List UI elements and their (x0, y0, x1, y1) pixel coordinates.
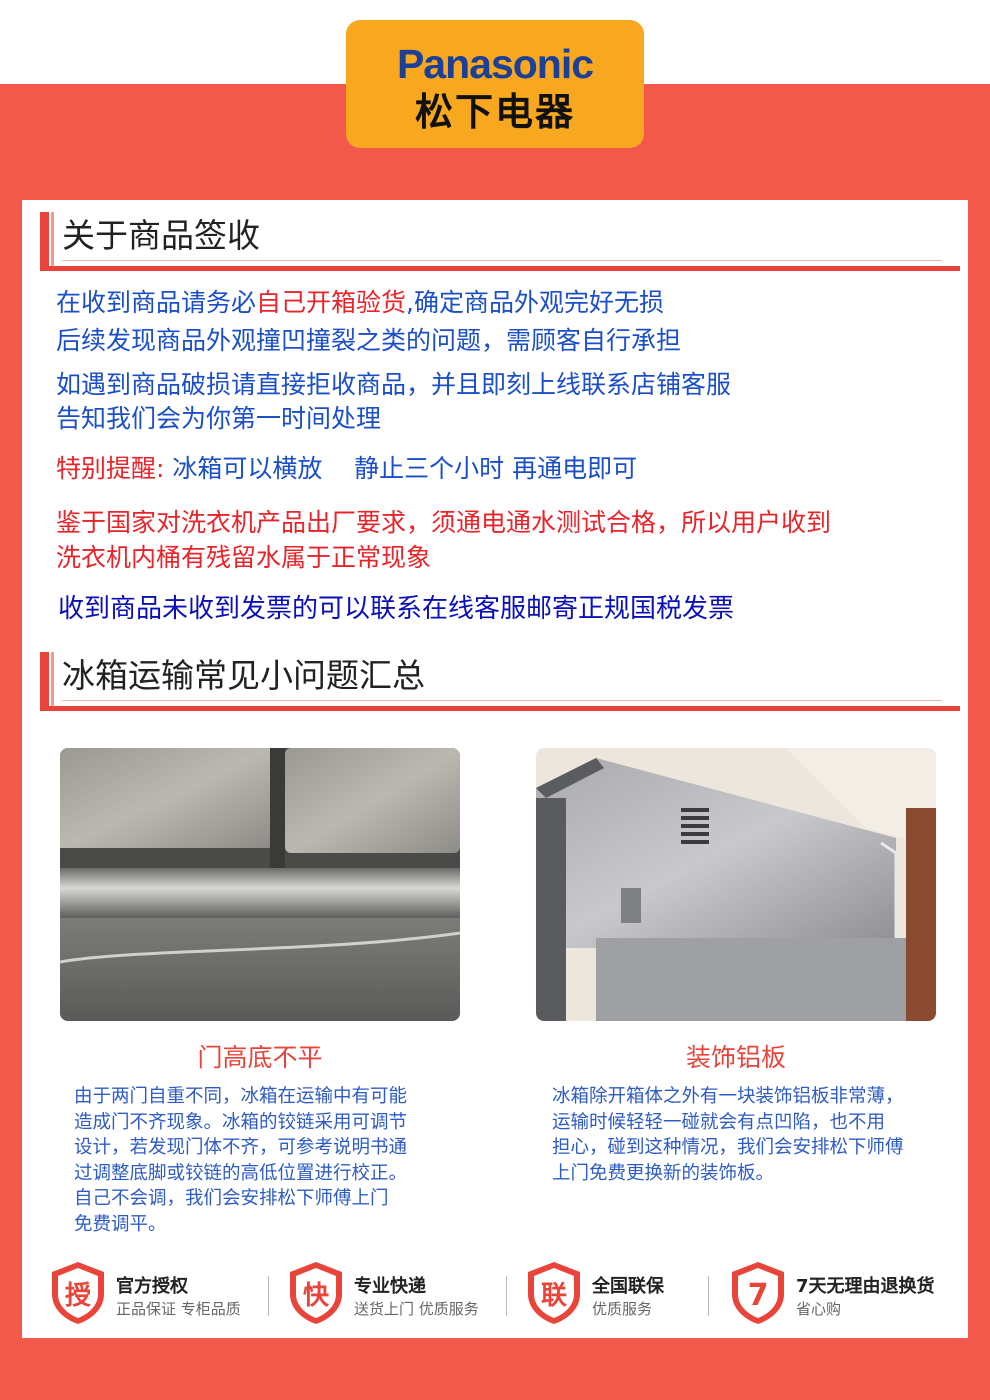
right-desc-line: 上门免费更换新的装饰板。 (552, 1162, 775, 1184)
receipt-line-3: 如遇到商品破损请直接拒收商品，并且即刻上线联系店铺客服 (56, 370, 732, 399)
right-description: 冰箱除开箱体之外有一块装饰铝板非常薄， 运输时候轻轻一碰就会有点凹陷，也不用 担… (552, 1084, 904, 1186)
section-marker (40, 212, 49, 266)
badge-title: 专业快递 (354, 1276, 426, 1297)
left-desc-line: 设计，若发现门体不齐，可参考说明书通 (74, 1137, 408, 1158)
washer-notice-1: 鉴于国家对洗衣机产品出厂要求，须通电通水测试合格，所以用户收到 (56, 508, 832, 537)
section-thin-underline (62, 260, 942, 261)
section-marker-light (51, 212, 54, 266)
receipt-line-4: 告知我们会为你第一时间处理 (56, 404, 382, 433)
badge-title: 官方授权 (116, 1276, 188, 1297)
receipt-line-2: 后续发现商品外观撞凹撞裂之类的问题，需顾客自行承担 (56, 326, 682, 355)
section-underline (40, 706, 960, 711)
section-title: 关于商品签收 (62, 216, 260, 255)
left-desc-line: 自己不会调，我们会安排松下师傅上门 (74, 1188, 389, 1209)
section-header-receipt: 关于商品签收 (40, 202, 960, 271)
badge-subtitle: 优质服务 (592, 1300, 653, 1318)
right-caption: 装饰铝板 (685, 1043, 786, 1072)
badge-char: 7 (748, 1278, 769, 1313)
service-badges: 授 官方授权 正品保证 专柜品质 快 专业快递 送货上门 优质服务 联 全国联保… (42, 1250, 962, 1340)
receipt-line-1-b: ,确定商品外观完好无损 (406, 288, 664, 317)
left-desc-line: 过调整底脚或铰链的高低位置进行校正。 (74, 1162, 408, 1184)
badge-char: 联 (541, 1281, 567, 1311)
badge-char: 快 (303, 1281, 330, 1311)
right-desc-line: 运输时候轻轻一碰就会有点凹陷，也不用 (552, 1111, 886, 1133)
shield-icon: 7 (732, 1262, 784, 1324)
special-notice: 特别提醒: 冰箱可以横放 静止三个小时 再通电即可 (56, 452, 637, 486)
section-marker-light (51, 652, 54, 706)
section-header-transport: 冰箱运输常见小问题汇总 (40, 642, 960, 711)
receipt-line-1-a: 在收到商品请务必 (56, 288, 257, 317)
right-desc-line: 担心，碰到这种情况，我们会安排松下师傅 (552, 1137, 904, 1158)
brand-name-en: Panasonic (396, 41, 594, 87)
right-desc-line: 冰箱除开箱体之外有一块装饰铝板非常薄， (552, 1086, 904, 1107)
badge-char: 授 (65, 1281, 92, 1311)
badge-divider (506, 1276, 507, 1316)
left-caption: 门高底不平 (197, 1043, 323, 1072)
badge-title: 全国联保 (592, 1276, 664, 1297)
shield-icon: 授 (52, 1262, 104, 1324)
special-notice-text: 冰箱可以横放 静止三个小时 再通电即可 (172, 454, 638, 483)
brand-name-cn: 松下电器 (414, 90, 575, 134)
receipt-line-1-highlight: 自己开箱验货 (256, 288, 407, 317)
section-marker (40, 652, 49, 706)
badge-divider (268, 1276, 269, 1316)
content-panel: 关于商品签收 在收到商品请务必自己开箱验货,确定商品外观完好无损 后续发现商品外… (22, 200, 968, 1338)
left-desc-line: 造成门不齐现象。冰箱的铰链采用可调节 (74, 1111, 408, 1133)
brand-logo-box: Panasonic 松下电器 (346, 20, 644, 148)
section-underline (40, 266, 960, 271)
shield-icon: 快 (290, 1262, 342, 1324)
left-desc-line: 由于两门自重不同，冰箱在运输中有可能 (74, 1086, 408, 1107)
badge-subtitle: 正品保证 专柜品质 (116, 1300, 241, 1318)
receipt-line-1: 在收到商品请务必自己开箱验货,确定商品外观完好无损 (56, 286, 664, 320)
badge-subtitle: 省心购 (796, 1300, 842, 1318)
badge-divider (708, 1276, 709, 1316)
special-notice-label: 特别提醒: (56, 454, 165, 483)
badge-title: 7天无理由退换货 (796, 1276, 935, 1297)
washer-notice-2: 洗衣机内桶有残留水属于正常现象 (56, 543, 432, 572)
shield-icon: 联 (528, 1262, 580, 1324)
fridge-back-panel-photo (536, 748, 936, 1021)
section-title: 冰箱运输常见小问题汇总 (62, 656, 425, 695)
badge-subtitle: 送货上门 优质服务 (354, 1300, 479, 1318)
left-desc-line: 免费调平。 (74, 1213, 167, 1235)
fridge-door-photo (60, 748, 460, 1021)
left-description: 由于两门自重不同，冰箱在运输中有可能 造成门不齐现象。冰箱的铰链采用可调节 设计… (74, 1084, 407, 1237)
invoice-notice: 收到商品未收到发票的可以联系在线客服邮寄正规国税发票 (58, 594, 735, 624)
section-thin-underline (62, 700, 942, 701)
